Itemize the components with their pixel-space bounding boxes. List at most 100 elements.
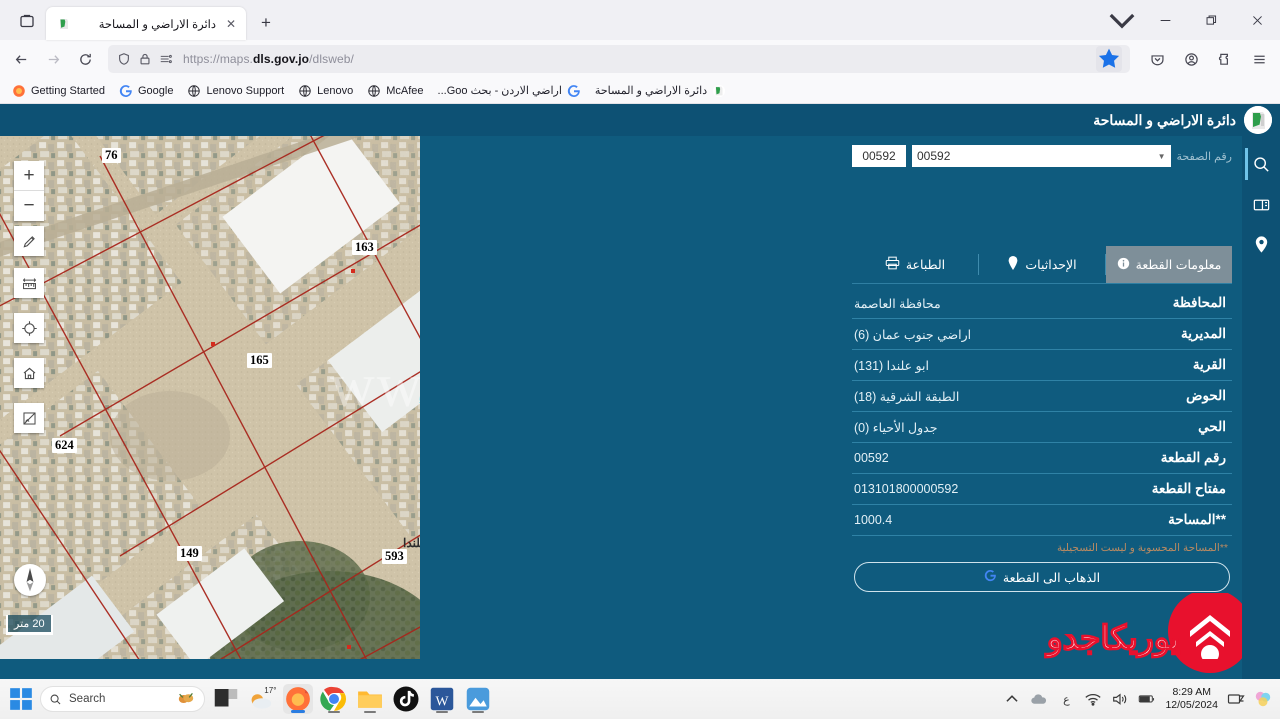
taskview-button[interactable] <box>211 684 241 714</box>
notifications-icon[interactable] <box>1227 690 1245 708</box>
copilot-icon[interactable] <box>1254 690 1272 708</box>
area-note: **المساحة المحسوبة و ليست التسجيلية <box>1056 542 1228 554</box>
forward-button[interactable] <box>38 44 68 74</box>
parcel-label: 149 <box>177 546 202 561</box>
windows-taskbar: Search 17° W ع 8:29 AM 12/05/2024 <box>0 679 1280 719</box>
bookmark-item[interactable]: Getting Started <box>6 81 111 101</box>
table-row: مفتاح القطعة 013101800000592 <box>852 474 1232 505</box>
table-row: الحي جدول الأحياء (0) <box>852 412 1232 443</box>
battery-icon[interactable] <box>1138 690 1156 708</box>
start-button[interactable] <box>8 686 34 712</box>
bookmark-item[interactable]: دائرة الاراضي و المساحة <box>589 81 732 101</box>
zoom-controls: + − <box>14 161 44 221</box>
bookmark-star-icon[interactable] <box>1096 46 1122 72</box>
onedrive-icon[interactable] <box>1030 690 1048 708</box>
clock-time: 8:29 AM <box>1172 686 1211 698</box>
shield-icon <box>116 52 131 67</box>
account-icon[interactable] <box>1176 44 1206 74</box>
google-g-icon <box>119 84 133 98</box>
file-explorer-icon[interactable] <box>355 684 385 714</box>
compass-button[interactable] <box>14 564 46 596</box>
reload-button[interactable] <box>70 44 100 74</box>
svg-text:W: W <box>436 693 449 708</box>
tab-parcel-info[interactable]: معلومات القطعة <box>1106 246 1232 283</box>
home-button[interactable] <box>14 358 44 388</box>
panel-tabs: معلومات القطعة الإحداثيات الطباعة <box>852 246 1232 284</box>
parcel-attributes-table: المحافظة محافظة العاصمة المديرية اراضي ج… <box>852 288 1232 536</box>
browser-tab[interactable]: دائرة الاراضي و المساحة ✕ <box>46 7 246 40</box>
bookmark-item[interactable]: Lenovo Support <box>181 81 290 101</box>
bookmark-item[interactable]: Google <box>113 81 179 101</box>
zoom-out-button[interactable]: − <box>14 191 44 221</box>
back-button[interactable] <box>6 44 36 74</box>
address-bar[interactable]: https://maps.dls.gov.jo/dlsweb/ <box>108 45 1130 73</box>
bookmark-label: دائرة الاراضي و المساحة <box>594 85 708 97</box>
row-key: المحافظة <box>1172 295 1226 310</box>
wifi-icon[interactable] <box>1084 690 1102 708</box>
tray-overflow-chevron-icon[interactable] <box>1003 690 1021 708</box>
chevron-down-icon: ▼ <box>1157 151 1166 161</box>
volume-icon[interactable] <box>1111 690 1129 708</box>
bookmark-item[interactable]: McAfee <box>361 81 429 101</box>
zoom-in-button[interactable]: + <box>14 161 44 191</box>
close-tab-icon[interactable]: ✕ <box>222 15 240 33</box>
parcel-label: 76 <box>102 148 121 163</box>
right-icon-rail <box>1242 136 1280 679</box>
taskbar-search[interactable]: Search <box>40 686 205 712</box>
bookmark-label: Getting Started <box>31 84 105 97</box>
parcel-number-input[interactable]: 00592 <box>852 145 906 167</box>
parcel-label: 624 <box>52 438 77 453</box>
minimize-button[interactable] <box>1142 0 1188 40</box>
layers-icon[interactable] <box>1242 184 1280 224</box>
info-icon <box>1117 257 1130 273</box>
pin-icon <box>1007 256 1019 273</box>
table-row: الحوض الطبقة الشرقية (18) <box>852 381 1232 412</box>
bookmark-item[interactable]: Lenovo <box>292 81 359 101</box>
app-title: دائرة الاراضي و المساحة <box>1093 111 1236 128</box>
photos-icon[interactable] <box>463 684 493 714</box>
coordinates-tab-label: الإحداثيات <box>1025 258 1077 272</box>
row-key: المديرية <box>1181 326 1226 341</box>
measure-pencil-button[interactable] <box>14 226 44 256</box>
list-all-tabs-icon[interactable] <box>12 6 42 36</box>
row-key: **المساحة <box>1168 512 1226 527</box>
tab-strip: دائرة الاراضي و المساحة ✕ + <box>0 0 1280 40</box>
clock[interactable]: 8:29 AM 12/05/2024 <box>1165 686 1218 712</box>
bookmark-item[interactable]: اراضي الاردن - بحث Goo... <box>432 81 587 101</box>
word-icon[interactable]: W <box>427 684 457 714</box>
search-icon[interactable] <box>1242 144 1280 184</box>
row-key: مفتاح القطعة <box>1151 481 1226 496</box>
tab-overflow-chevron-icon[interactable] <box>1102 0 1142 40</box>
row-value: اراضي جنوب عمان (6) <box>854 327 972 342</box>
maximize-button[interactable] <box>1188 0 1234 40</box>
close-window-button[interactable] <box>1234 0 1280 40</box>
page-select-value: 00592 <box>917 149 951 163</box>
globe-icon <box>187 84 201 98</box>
language-indicator[interactable]: ع <box>1057 690 1075 708</box>
pin-icon[interactable] <box>1242 224 1280 264</box>
row-key: الحوض <box>1186 388 1226 403</box>
app-menu-icon[interactable] <box>1244 44 1274 74</box>
reader-permissions-icon[interactable] <box>158 52 173 67</box>
chrome-icon[interactable] <box>319 684 349 714</box>
locate-button[interactable] <box>14 313 44 343</box>
go-to-parcel-button[interactable]: الذهاب الى القطعة <box>854 562 1230 592</box>
google-g-icon <box>567 84 581 98</box>
tiktok-icon[interactable] <box>391 684 421 714</box>
page-select[interactable]: ▼ 00592 <box>912 145 1171 167</box>
measure-distance-button[interactable] <box>14 268 44 298</box>
weather-widget[interactable]: 17° <box>247 684 277 714</box>
row-key: رقم القطعة <box>1160 450 1226 465</box>
tab-print[interactable]: الطباعة <box>852 246 978 283</box>
navigation-toolbar: https://maps.dls.gov.jo/dlsweb/ <box>0 40 1280 78</box>
new-tab-button[interactable]: + <box>252 9 280 37</box>
firefox-icon[interactable] <box>283 684 313 714</box>
extensions-icon[interactable] <box>1210 44 1240 74</box>
tab-title: دائرة الاراضي و المساحة <box>98 18 216 31</box>
tab-coordinates[interactable]: الإحداثيات <box>979 246 1105 283</box>
row-key: القرية <box>1192 357 1226 372</box>
extent-button[interactable] <box>14 403 44 433</box>
parcel-label: 165 <box>247 353 272 368</box>
pocket-save-icon[interactable] <box>1142 44 1172 74</box>
bookmark-label: Google <box>138 84 174 97</box>
